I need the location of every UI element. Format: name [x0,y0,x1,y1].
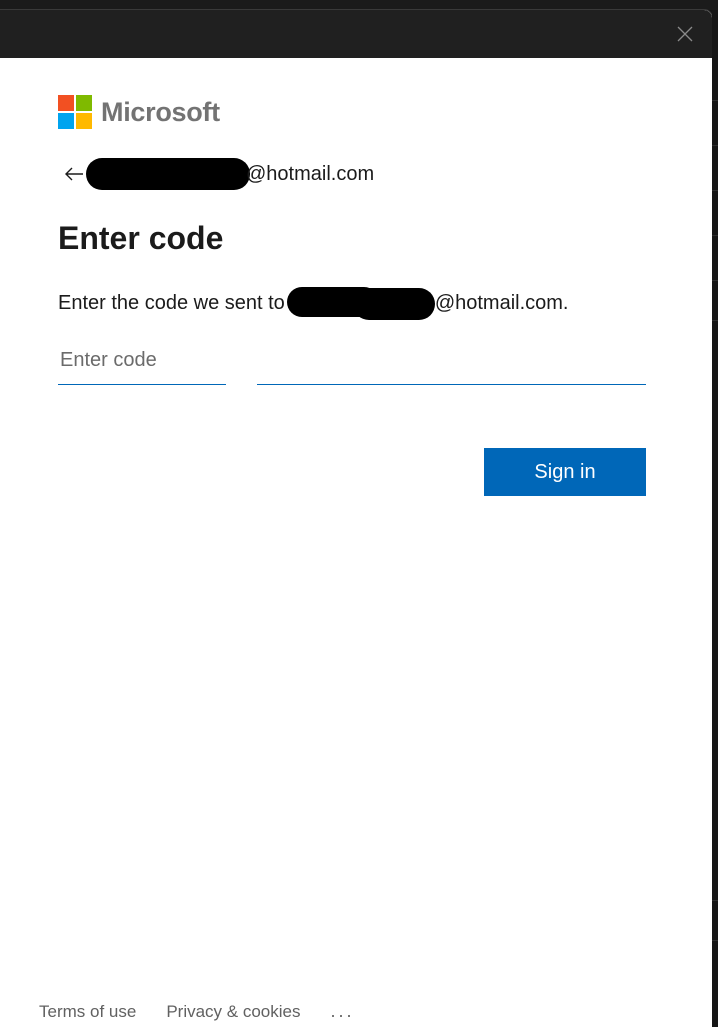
background-window-edge [712,10,718,1027]
back-button[interactable] [64,163,86,185]
desktop: Microsoft @hotmail.com Enter code Enter … [0,0,718,1027]
code-input[interactable] [58,337,226,385]
footer: Terms of use Privacy & cookies ... [39,1001,355,1022]
close-button[interactable] [670,19,700,49]
sign-in-button[interactable]: Sign in [484,448,646,496]
more-options-button[interactable]: ... [330,1001,354,1022]
privacy-cookies-link[interactable]: Privacy & cookies [166,1002,300,1022]
redacted-email-name [286,286,435,320]
code-input-secondary[interactable] [257,337,646,385]
page-title: Enter code [58,220,224,256]
close-icon [677,26,693,42]
description-prefix: Enter the code we sent to [58,291,285,314]
description: Enter the code we sent to @hotmail.com. [58,286,568,320]
terms-of-use-link[interactable]: Terms of use [39,1002,136,1022]
signin-window: Microsoft @hotmail.com Enter code Enter … [0,10,712,1027]
title-bar [0,10,712,58]
microsoft-logo: Microsoft [58,95,220,129]
logo-wordmark: Microsoft [101,96,220,127]
back-arrow-icon [65,167,83,181]
microsoft-logo-icon [58,95,92,129]
description-suffix: @hotmail.com. [434,291,569,314]
background-strip [0,0,718,10]
identity-email-domain: @hotmail.com [246,162,375,185]
redacted-email-name [86,158,250,190]
account-identity: @hotmail.com [64,157,374,191]
